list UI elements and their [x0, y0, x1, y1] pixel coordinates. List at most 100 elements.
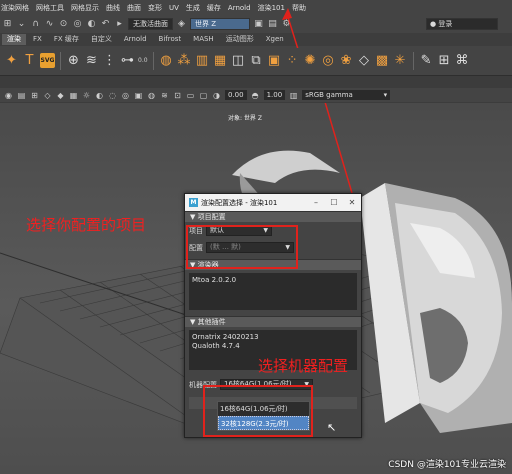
plugin-item: Qualoth 4.7.4: [192, 342, 240, 350]
gamma-field[interactable]: 1.00: [263, 90, 286, 100]
separator: [412, 51, 414, 70]
section-project-label: 项目配置: [197, 213, 226, 221]
blocks-icon[interactable]: ▩: [375, 53, 390, 68]
text-icon[interactable]: T: [22, 53, 37, 68]
camera-icon[interactable]: ◉: [4, 91, 13, 100]
texture-icon[interactable]: ▦: [69, 91, 78, 100]
chevron-down-icon[interactable]: ⌄: [16, 19, 27, 30]
color-space-value: sRGB gamma: [305, 91, 353, 99]
grid-icon[interactable]: ▦: [213, 53, 228, 68]
dialog-titlebar[interactable]: M 渲染配置选择 - 渲染101 – ☐ ✕: [185, 194, 361, 211]
spiral-icon[interactable]: ◎: [321, 53, 336, 68]
menu-item-uv[interactable]: UV: [169, 4, 179, 12]
snap-grid-icon[interactable]: ⊞: [2, 19, 13, 30]
live-surface-field[interactable]: 无激活曲面: [128, 18, 173, 30]
viewport-toolbar: ◉ ▤ ⊞ ◇ ◆ ▦ ☼ ◐ ◌ ◎ ▣ ◍ ≋ ⊡ ▭ ▢ ◑ 0.00 ◓…: [0, 88, 512, 102]
dof-icon[interactable]: ◍: [147, 91, 156, 100]
layers-icon[interactable]: ◇: [357, 53, 372, 68]
exposure-icon[interactable]: ◑: [212, 91, 221, 100]
pen-icon[interactable]: ✎: [419, 53, 434, 68]
bars-icon[interactable]: ▥: [195, 53, 210, 68]
motion-blur-icon[interactable]: ≋: [160, 91, 169, 100]
dialog-title: 渲染配置选择 - 渲染101: [201, 198, 278, 207]
shadow-icon[interactable]: ◐: [95, 91, 104, 100]
section-plugins[interactable]: ▼ 其他插件: [185, 316, 361, 327]
flower-icon[interactable]: ❀: [339, 53, 354, 68]
maximize-icon[interactable]: ☐: [325, 198, 343, 207]
menu-item-generate[interactable]: 生成: [186, 3, 200, 13]
history-icon[interactable]: ↶: [100, 19, 111, 30]
cluster-icon[interactable]: ⁂: [177, 53, 192, 68]
menu-item-mesh-render[interactable]: 渲染网格: [1, 3, 29, 13]
dots-icon[interactable]: ⁘: [285, 53, 300, 68]
snap-curve-icon[interactable]: ∿: [44, 19, 55, 30]
menu-item-mesh-tools[interactable]: 网格工具: [36, 3, 64, 13]
box-icon[interactable]: ▣: [267, 53, 282, 68]
shelf-tab-fx-cache[interactable]: FX 缓存: [49, 34, 84, 45]
plugin-item: Ornatrix 24020213: [192, 333, 259, 341]
color-mgmt-icon[interactable]: ▥: [289, 91, 298, 100]
shaded-icon[interactable]: ◆: [56, 91, 65, 100]
annotation-arrow-head: [282, 8, 299, 48]
network-icon[interactable]: ⋮: [102, 53, 117, 68]
watermark: CSDN @渲染101专业云渲染: [388, 460, 506, 470]
login-label: 登录: [438, 20, 453, 28]
workspace-field[interactable]: 世界 Z: [190, 18, 250, 30]
isolate-icon[interactable]: ◎: [121, 91, 130, 100]
target-icon[interactable]: ⊕: [66, 53, 81, 68]
gamma-icon[interactable]: ◓: [251, 91, 260, 100]
cube-icon[interactable]: ◫: [231, 53, 246, 68]
color-space-select[interactable]: sRGB gamma ▾: [302, 90, 391, 100]
shelf-tab-arnold[interactable]: Arnold: [119, 34, 152, 45]
exposure-field[interactable]: 0.00: [225, 90, 247, 100]
grid-toggle-icon[interactable]: ⊞: [30, 91, 39, 100]
safe-action-icon[interactable]: ▭: [186, 91, 195, 100]
bookmark-icon[interactable]: ▤: [17, 91, 26, 100]
login-field[interactable]: ● 登录: [426, 18, 498, 30]
magnet-icon[interactable]: ∩: [30, 19, 41, 30]
section-project-config[interactable]: ▼ 项目配置: [185, 211, 361, 222]
light-icon[interactable]: ☼: [82, 91, 91, 100]
compass-icon[interactable]: ✺: [303, 53, 318, 68]
menu-item-deform[interactable]: 变形: [148, 3, 162, 13]
xray-icon[interactable]: ◌: [108, 91, 117, 100]
menu-item-mesh-display[interactable]: 网格显示: [71, 3, 99, 13]
svg-icon[interactable]: SVG: [40, 53, 55, 68]
shelf-tab-fx[interactable]: FX: [28, 34, 47, 45]
close-icon[interactable]: ✕: [343, 198, 361, 207]
aa-icon[interactable]: ▣: [134, 91, 143, 100]
annotation-select-project: 选择你配置的项目: [26, 216, 147, 234]
gate-icon[interactable]: ⊡: [173, 91, 182, 100]
stack-icon[interactable]: ⧉: [249, 53, 264, 68]
renderer-textbox: Mtoa 2.0.2.0: [189, 273, 357, 310]
deform-icon[interactable]: ⌘: [455, 53, 470, 68]
wave-icon[interactable]: ≋: [84, 53, 99, 68]
render-icon[interactable]: ▣: [253, 19, 264, 30]
mouse-cursor-icon: ↖: [327, 421, 337, 434]
hud-icon[interactable]: ▢: [199, 91, 208, 100]
shelf-tab-mash[interactable]: MASH: [188, 34, 219, 45]
arrow-icon[interactable]: ▸: [114, 19, 125, 30]
snap-view-icon[interactable]: ◎: [72, 19, 83, 30]
graph-icon[interactable]: ⊶: [120, 53, 135, 68]
menu-item-surfaces[interactable]: 曲面: [127, 3, 141, 13]
wireframe-icon[interactable]: ◇: [43, 91, 52, 100]
symmetry-icon[interactable]: ◈: [176, 19, 187, 30]
menu-item-arnold[interactable]: Arnold: [228, 4, 251, 12]
separator: [152, 51, 154, 70]
menu-item-cache[interactable]: 缓存: [207, 3, 221, 13]
shelf-tab-bifrost[interactable]: Bifrost: [154, 34, 187, 45]
maya-logo-icon: M: [189, 198, 198, 207]
minimize-icon[interactable]: –: [307, 198, 325, 207]
lattice-icon[interactable]: ⊞: [437, 53, 452, 68]
shelf-tab-render[interactable]: 渲染: [2, 34, 26, 45]
shelf-tab-custom[interactable]: 自定义: [86, 34, 117, 45]
renderer-text: Mtoa 2.0.2.0: [192, 276, 237, 284]
spark-icon[interactable]: ✳: [393, 53, 408, 68]
menu-item-curves[interactable]: 曲线: [106, 3, 120, 13]
sphere-icon[interactable]: ◍: [159, 53, 174, 68]
star-icon[interactable]: ✦: [4, 53, 19, 68]
shelf-tab-motion-graphics[interactable]: 运动图形: [221, 34, 259, 45]
snap-surface-icon[interactable]: ◐: [86, 19, 97, 30]
snap-point-icon[interactable]: ⊙: [58, 19, 69, 30]
